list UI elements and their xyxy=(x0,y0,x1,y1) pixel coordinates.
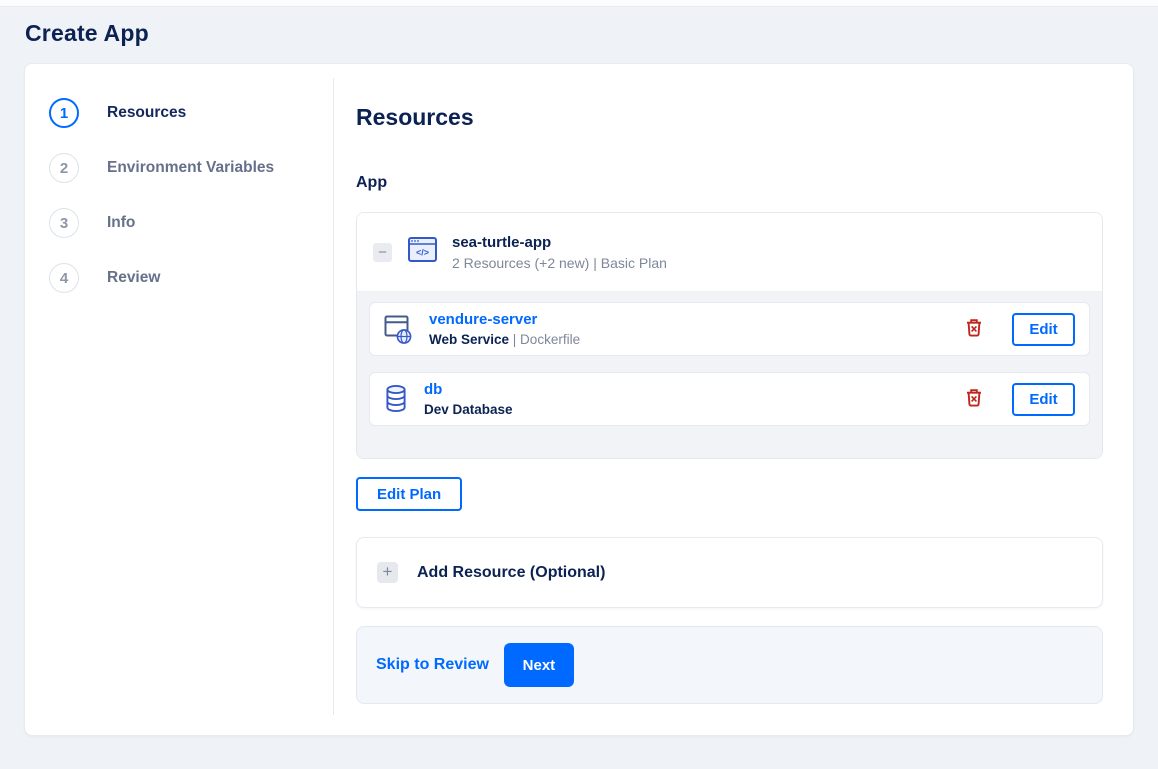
step-label: Environment Variables xyxy=(107,159,275,176)
resource-text-block: vendure-server Web Service | Dockerfile xyxy=(429,311,580,347)
resource-type: Dev Database xyxy=(424,402,513,417)
app-subtitle: 2 Resources (+2 new) | Basic Plan xyxy=(452,254,667,271)
content-heading: Resources xyxy=(356,104,474,130)
step-environment-variables[interactable]: 2 Environment Variables xyxy=(49,153,334,183)
step-label: Review xyxy=(107,269,161,286)
app-card-header: − </> sea-turtle-app 2 Resources (+2 new… xyxy=(357,213,1102,292)
add-resource-label: Add Resource (Optional) xyxy=(417,563,606,581)
step-content: Resources App − </> sea-turtle-app 2 Res… xyxy=(334,64,1133,735)
app-title-block: sea-turtle-app 2 Resources (+2 new) | Ba… xyxy=(452,234,667,271)
resource-row-vendure-server: vendure-server Web Service | Dockerfile xyxy=(369,302,1090,356)
app-name: sea-turtle-app xyxy=(452,233,552,251)
step-number-circle: 4 xyxy=(49,263,79,293)
edit-resource-button[interactable]: Edit xyxy=(1012,382,1075,416)
edit-resource-button[interactable]: Edit xyxy=(1012,312,1075,346)
step-label: Info xyxy=(107,214,136,231)
edit-plan-button[interactable]: Edit Plan xyxy=(356,477,463,511)
plus-icon: + xyxy=(377,562,398,583)
minus-icon: − xyxy=(378,243,387,261)
step-resources[interactable]: 1 Resources xyxy=(49,98,334,128)
top-strip xyxy=(0,0,1158,7)
next-button[interactable]: Next xyxy=(503,643,574,687)
wizard-stepper: 1 Resources 2 Environment Variables 3 In… xyxy=(25,64,334,735)
resource-text-block: db Dev Database xyxy=(424,381,513,417)
resource-type: Web Service xyxy=(429,332,510,347)
delete-resource-button[interactable] xyxy=(964,386,984,412)
step-number-circle: 2 xyxy=(49,153,79,183)
step-number-circle: 1 xyxy=(49,98,79,128)
app-window-code-icon: </> xyxy=(407,234,438,270)
app-resource-list: vendure-server Web Service | Dockerfile xyxy=(357,292,1102,458)
trash-icon xyxy=(966,388,982,410)
add-resource-section[interactable]: + Add Resource (Optional) xyxy=(356,537,1103,608)
resource-name-link[interactable]: vendure-server xyxy=(429,311,537,328)
delete-resource-button[interactable] xyxy=(964,316,984,342)
svg-text:</>: </> xyxy=(416,248,429,258)
resource-source: | Dockerfile xyxy=(509,332,581,347)
page-title: Create App xyxy=(25,20,149,46)
resource-row-db: db Dev Database Edit xyxy=(369,372,1090,426)
web-service-icon xyxy=(384,313,413,345)
step-number-circle: 3 xyxy=(49,208,79,238)
database-icon xyxy=(384,383,408,415)
skip-to-review-link[interactable]: Skip to Review xyxy=(376,656,489,674)
app-section-label: App xyxy=(356,174,388,191)
trash-icon xyxy=(966,318,982,340)
step-review[interactable]: 4 Review xyxy=(49,263,334,293)
step-info[interactable]: 3 Info xyxy=(49,208,334,238)
create-app-wizard-card: 1 Resources 2 Environment Variables 3 In… xyxy=(24,63,1134,736)
resource-meta: Dev Database xyxy=(424,402,513,417)
app-card: − </> sea-turtle-app 2 Resources (+2 new… xyxy=(356,212,1103,459)
step-label: Resources xyxy=(107,104,187,121)
resource-meta: Web Service | Dockerfile xyxy=(429,332,580,347)
resource-name-link[interactable]: db xyxy=(424,381,442,398)
wizard-footer: Skip to Review Next xyxy=(356,626,1103,704)
collapse-app-button[interactable]: − xyxy=(373,242,392,262)
